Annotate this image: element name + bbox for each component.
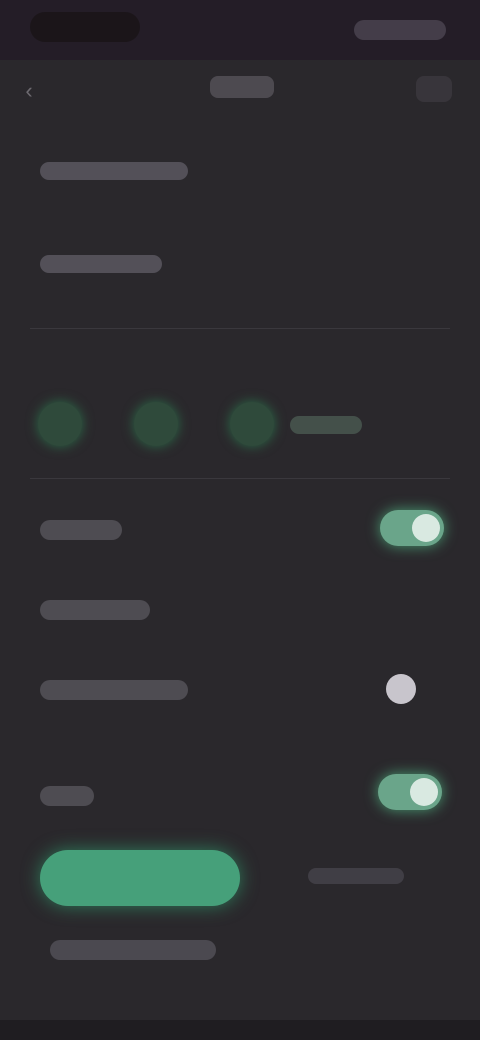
setting-label-1 [40,520,122,540]
setting-label-4 [40,786,94,806]
footer-link[interactable] [50,940,216,960]
toggle-knob [412,514,440,542]
arrow-left-icon: ‹ [25,78,33,103]
setting-toggle-1[interactable] [380,510,444,546]
status-icons [354,20,446,40]
toggle-knob [386,674,416,704]
secondary-action-button[interactable] [296,860,416,892]
step-2-icon[interactable] [134,402,178,446]
page-title [210,76,274,98]
status-time [30,12,140,42]
setting-toggle-3[interactable] [372,670,436,706]
app-screen: ‹ [0,0,480,1040]
step-3-label [290,416,362,434]
app-bar: ‹ [0,60,480,120]
info-line-1 [40,162,188,180]
info-line-2 [40,255,162,273]
system-nav-bar [0,1020,480,1040]
section-divider [30,328,450,329]
toggle-knob [410,778,438,806]
step-3-icon[interactable] [230,402,274,446]
setting-label-2 [40,600,150,620]
back-button[interactable]: ‹ [14,76,44,106]
setting-toggle-4[interactable] [378,774,442,810]
status-bar [0,0,480,60]
secondary-action-label [308,868,404,884]
setting-label-3 [40,680,188,700]
primary-action-button[interactable] [40,850,240,906]
step-1-icon[interactable] [38,402,82,446]
section-divider [30,478,450,479]
more-options-button[interactable] [416,76,452,102]
